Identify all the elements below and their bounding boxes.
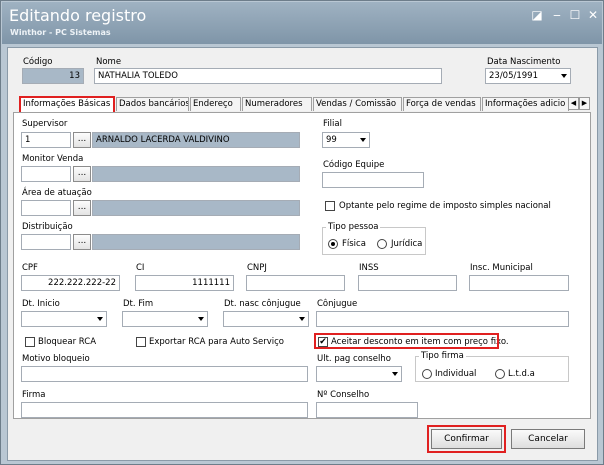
filial-select[interactable]: 99: [322, 132, 370, 148]
individual-label: Individual: [435, 369, 477, 379]
optante-checkbox[interactable]: [325, 201, 335, 211]
individual-radio[interactable]: [422, 369, 432, 379]
codigo-equipe-label: Código Equipe: [323, 160, 385, 170]
supervisor-label: Supervisor: [22, 119, 68, 129]
filial-label: Filial: [323, 119, 342, 129]
codigo-label: Código: [23, 57, 53, 67]
ltda-label: L.t.d.a: [508, 369, 535, 379]
minimize-icon[interactable]: ‒: [550, 8, 564, 22]
tab-scroll-left-icon[interactable]: ◀: [568, 97, 579, 110]
chevron-down-icon: [360, 138, 366, 142]
bloquear-rca-label: Bloquear RCA: [38, 337, 97, 347]
monitor-venda-label: Monitor Venda: [22, 154, 84, 164]
chevron-down-icon: [392, 372, 398, 376]
inss-label: INSS: [359, 263, 379, 273]
exportar-rca-label: Exportar RCA para Auto Serviço: [149, 337, 284, 347]
dt-fim-label: Dt. Fim: [123, 299, 154, 309]
cpf-label: CPF: [22, 263, 38, 273]
tab-scroll-right-icon[interactable]: ▶: [579, 97, 590, 110]
supervisor-code-field[interactable]: 1: [21, 132, 71, 148]
fisica-radio[interactable]: [328, 239, 338, 249]
n-conselho-label: Nº Conselho: [317, 390, 370, 400]
distribuicao-label: Distribuição: [22, 222, 73, 232]
close-icon[interactable]: ✕: [586, 8, 600, 22]
nome-field[interactable]: NATHALIA TOLEDO: [94, 68, 442, 84]
tab-forca-de-vendas[interactable]: Força de vendas: [403, 97, 481, 111]
cancelar-button[interactable]: Cancelar: [511, 429, 585, 449]
distribuicao-name-field: [92, 234, 300, 250]
conjuge-field[interactable]: [316, 311, 569, 327]
dt-fim-field[interactable]: [122, 311, 208, 327]
filial-value: 99: [326, 135, 337, 145]
title-bar[interactable]: Editando registro Winthor - PC Sistemas …: [2, 2, 602, 44]
juridica-label: Jurídica: [391, 239, 423, 249]
nome-label: Nome: [96, 57, 122, 67]
monitor-venda-search-button[interactable]: ...: [73, 166, 91, 182]
bloquear-rca-checkbox[interactable]: [25, 337, 35, 347]
tab-vendas-comissao[interactable]: Vendas / Comissão: [313, 97, 402, 111]
confirmar-button[interactable]: Confirmar: [431, 429, 502, 449]
window-subtitle: Winthor - PC Sistemas: [10, 28, 111, 37]
tab-strip: Informações Básicas Dados bancários Ende…: [13, 96, 590, 112]
aceitar-desconto-label: Aceitar desconto em item com preço fixo.: [331, 337, 509, 347]
tab-numeradores[interactable]: Numeradores: [242, 97, 312, 111]
ci-field[interactable]: 1111111: [135, 275, 234, 291]
insc-municipal-label: Insc. Municipal: [470, 263, 533, 273]
data-nascimento-field[interactable]: 23/05/1991: [485, 68, 571, 84]
cpf-field[interactable]: 222.222.222-22: [21, 275, 120, 291]
firma-field[interactable]: [21, 402, 308, 418]
tab-informacoes-adicionais[interactable]: Informações adicio: [482, 97, 569, 111]
chevron-down-icon: [198, 317, 204, 321]
area-atuacao-search-button[interactable]: ...: [73, 200, 91, 216]
tipo-firma-label: Tipo firma: [419, 351, 466, 361]
n-conselho-field[interactable]: [316, 402, 418, 418]
exportar-rca-checkbox[interactable]: [136, 337, 146, 347]
supervisor-search-button[interactable]: ...: [73, 132, 91, 148]
dt-inicio-field[interactable]: [21, 311, 107, 327]
firma-label: Firma: [22, 390, 46, 400]
data-nascimento-value: 23/05/1991: [489, 71, 538, 81]
motivo-bloqueio-label: Motivo bloqueio: [22, 354, 90, 364]
ci-label: CI: [136, 263, 145, 273]
window-title: Editando registro: [9, 6, 147, 25]
ltda-radio[interactable]: [495, 369, 505, 379]
area-atuacao-code-field[interactable]: [21, 200, 71, 216]
ult-pag-conselho-field[interactable]: [316, 366, 402, 382]
area-atuacao-label: Área de atuação: [22, 188, 92, 198]
inss-field[interactable]: [358, 275, 457, 291]
restore-icon[interactable]: ◪: [530, 8, 544, 22]
chevron-down-icon: [561, 74, 567, 78]
aceitar-desconto-checkbox[interactable]: ✔: [318, 337, 328, 347]
chevron-down-icon: [97, 317, 103, 321]
chevron-down-icon: [299, 317, 305, 321]
dt-inicio-label: Dt. Inicio: [22, 299, 60, 309]
codigo-field[interactable]: 13: [22, 68, 84, 84]
area-atuacao-name-field: [92, 200, 300, 216]
motivo-bloqueio-field[interactable]: [21, 366, 308, 382]
distribuicao-search-button[interactable]: ...: [73, 234, 91, 250]
monitor-venda-code-field[interactable]: [21, 166, 71, 182]
supervisor-name-field: ARNALDO LACERDA VALDIVINO: [92, 132, 300, 148]
codigo-equipe-field[interactable]: [322, 172, 424, 188]
tipo-pessoa-label: Tipo pessoa: [326, 222, 381, 232]
distribuicao-code-field[interactable]: [21, 234, 71, 250]
ult-pag-conselho-label: Ult. pag conselho: [317, 354, 391, 364]
dt-nasc-conjuge-label: Dt. nasc cônjugue: [224, 299, 301, 309]
cnpj-label: CNPJ: [247, 263, 267, 273]
tab-informacoes-basicas[interactable]: Informações Básicas: [19, 96, 115, 112]
juridica-radio[interactable]: [377, 239, 387, 249]
maximize-icon[interactable]: ☐: [568, 8, 582, 22]
conjuge-label: Cônjugue: [317, 299, 358, 309]
fisica-label: Física: [342, 239, 366, 249]
tab-endereco[interactable]: Endereço: [190, 97, 241, 111]
tab-dados-bancarios[interactable]: Dados bancários: [116, 97, 189, 111]
dt-nasc-conjuge-field[interactable]: [223, 311, 309, 327]
monitor-venda-name-field: [92, 166, 300, 182]
data-nascimento-label: Data Nascimento: [487, 57, 561, 67]
optante-label: Optante pelo regime de imposto simples n…: [339, 201, 551, 211]
edit-record-window: Editando registro Winthor - PC Sistemas …: [0, 0, 604, 465]
insc-municipal-field[interactable]: [469, 275, 569, 291]
cnpj-field[interactable]: [246, 275, 345, 291]
